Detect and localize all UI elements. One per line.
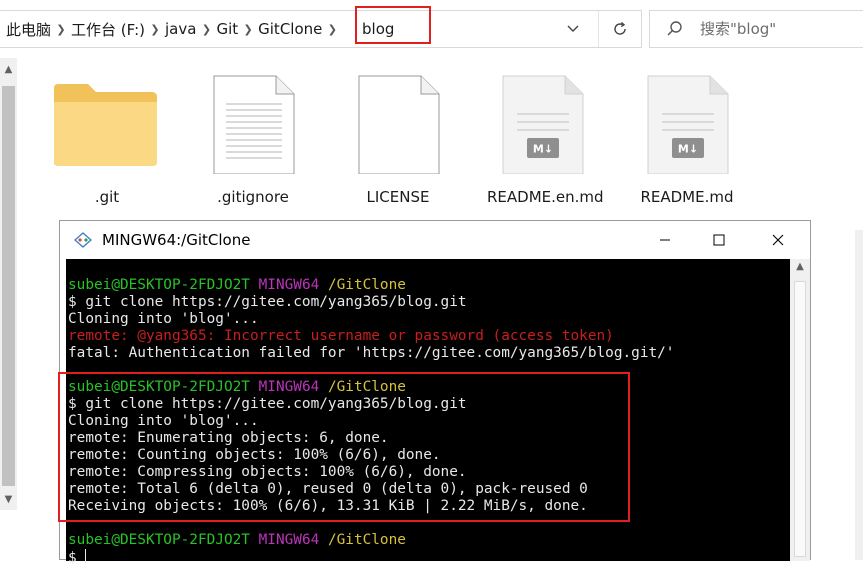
text-cursor bbox=[85, 549, 87, 564]
output-line: Cloning into 'blog'... bbox=[68, 311, 259, 327]
file-name: README.md bbox=[640, 188, 734, 206]
markdown-file-icon: M↓ bbox=[647, 75, 729, 174]
breadcrumb-git[interactable]: Git bbox=[216, 20, 238, 38]
address-bar[interactable]: 此电脑 ❯ 工作台 (F:) ❯ java ❯ Git ❯ GitClone ❯… bbox=[0, 10, 642, 48]
scroll-up-arrow-icon[interactable]: ▲ bbox=[0, 60, 17, 80]
terminal-title: MINGW64:/GitClone bbox=[102, 231, 251, 249]
input-line[interactable]: $ bbox=[68, 549, 87, 567]
prompt-shell: MINGW64 bbox=[258, 277, 320, 293]
chevron-right-icon[interactable]: ❯ bbox=[53, 23, 69, 36]
prompt-symbol: $ bbox=[68, 550, 77, 566]
file-name: .git bbox=[94, 188, 120, 206]
chevron-down-icon bbox=[567, 25, 579, 32]
prompt-user: subei@DESKTOP-2FDJO2T bbox=[68, 532, 250, 548]
refresh-button[interactable] bbox=[598, 11, 641, 47]
prompt-line: subei@DESKTOP-2FDJO2T MINGW64 /GitClone bbox=[68, 277, 406, 294]
terminal-titlebar[interactable]: MINGW64:/GitClone bbox=[60, 221, 810, 259]
terminal-window[interactable]: MINGW64:/GitClone subei@DESKTOP-2FDJO2T … bbox=[58, 220, 811, 566]
prompt-path: /GitClone bbox=[327, 277, 406, 293]
file-name: .gitignore bbox=[217, 188, 289, 206]
document-icon bbox=[213, 75, 295, 174]
fatal-line: fatal: Authentication failed for 'https:… bbox=[68, 345, 675, 361]
prompt-user: subei@DESKTOP-2FDJO2T bbox=[68, 277, 250, 293]
scroll-up-arrow-icon[interactable]: ▲ bbox=[790, 261, 810, 272]
minimize-icon bbox=[660, 239, 670, 241]
minimize-button[interactable] bbox=[642, 221, 688, 259]
prompt-shell: MINGW64 bbox=[258, 532, 320, 548]
explorer-right-scrollbar[interactable] bbox=[855, 230, 863, 560]
markdown-file-icon: M↓ bbox=[502, 75, 584, 174]
maximize-icon bbox=[713, 234, 725, 246]
terminal-output[interactable]: subei@DESKTOP-2FDJO2T MINGW64 /GitClone … bbox=[58, 259, 790, 566]
maximize-button[interactable] bbox=[696, 221, 742, 259]
chevron-right-icon[interactable]: ❯ bbox=[240, 23, 256, 36]
address-history-dropdown[interactable] bbox=[565, 20, 589, 40]
search-input[interactable]: 搜索"blog" bbox=[700, 11, 776, 47]
folder-icon bbox=[54, 84, 157, 166]
breadcrumb-gitclone[interactable]: GitClone bbox=[258, 20, 322, 38]
terminal-scrollbar[interactable]: ▲ bbox=[790, 259, 810, 561]
breadcrumb-this-pc[interactable]: 此电脑 bbox=[6, 19, 51, 40]
refresh-icon bbox=[614, 21, 626, 35]
highlight-box-successful-clone bbox=[58, 372, 630, 522]
chevron-right-icon[interactable]: ❯ bbox=[147, 23, 163, 36]
breadcrumb-drive-f[interactable]: 工作台 (F:) bbox=[71, 19, 145, 40]
prompt-path: /GitClone bbox=[327, 532, 406, 548]
chevron-right-icon[interactable]: ❯ bbox=[198, 23, 214, 36]
highlight-box-current-folder bbox=[355, 6, 431, 44]
breadcrumb: 此电脑 ❯ 工作台 (F:) ❯ java ❯ Git ❯ GitClone ❯ bbox=[6, 11, 342, 47]
prompt-line: subei@DESKTOP-2FDJO2T MINGW64 /GitClone bbox=[68, 532, 406, 549]
explorer-scrollbar[interactable]: ▲ ▼ bbox=[0, 58, 17, 510]
close-button[interactable] bbox=[755, 221, 801, 259]
close-icon bbox=[772, 234, 784, 246]
breadcrumb-java[interactable]: java bbox=[165, 20, 196, 38]
svg-text:M↓: M↓ bbox=[533, 143, 553, 156]
document-icon bbox=[358, 75, 440, 174]
search-box[interactable]: 搜索"blog" bbox=[649, 10, 863, 48]
scroll-down-arrow-icon[interactable]: ▼ bbox=[0, 490, 17, 510]
git-bash-icon bbox=[74, 232, 92, 248]
svg-text:M↓: M↓ bbox=[678, 143, 698, 156]
file-name: README.en.md bbox=[487, 188, 604, 206]
scrollbar-thumb[interactable] bbox=[2, 86, 15, 486]
scrollbar-thumb[interactable] bbox=[794, 281, 806, 557]
file-name: LICENSE bbox=[366, 188, 430, 206]
search-icon bbox=[667, 21, 682, 36]
command-line: $ git clone https://gitee.com/yang365/bl… bbox=[68, 294, 467, 310]
error-line: remote: @yang365: Incorrect username or … bbox=[68, 328, 614, 344]
chevron-right-icon[interactable]: ❯ bbox=[324, 23, 340, 36]
